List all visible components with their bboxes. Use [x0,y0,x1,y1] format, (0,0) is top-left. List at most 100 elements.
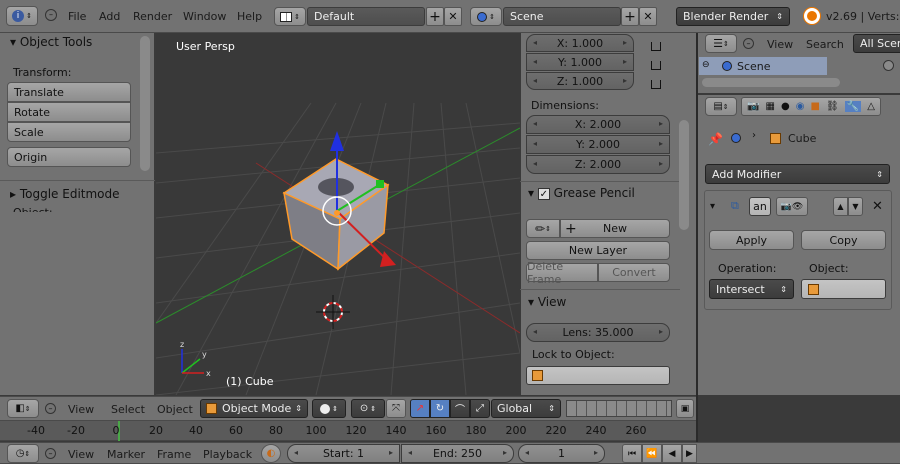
lens-field[interactable]: ◂ Lens: 35.000 ▸ [526,323,670,342]
origin-button[interactable]: Origin [7,147,131,167]
grease-pencil-checkbox[interactable]: ✓ [537,188,550,200]
menu-render[interactable]: Render [133,10,172,23]
preview-range-button[interactable]: ◐ [261,444,281,463]
jump-to-start-button[interactable]: ⏮ [622,444,642,463]
start-frame-field[interactable]: ◂ Start: 1 ▸ [287,444,400,463]
remove-modifier-icon[interactable]: ✕ [872,199,883,214]
new-layer-button[interactable]: New Layer [526,241,670,260]
location-y-field[interactable]: ◂ Y: 1.000 ▸ [526,53,634,71]
scene-type-button[interactable]: ⇕ [470,7,502,26]
collapse-modifier-icon[interactable]: ▾ [710,201,715,212]
transform-orientation-icon-button[interactable]: ⤢ [470,399,490,418]
modifier-visibility-buttons[interactable]: 📷 👁 [776,197,808,216]
rotate-manipulator-button[interactable]: ↻ [430,399,450,418]
transform-orientation-select[interactable]: Global ⇕ [491,399,561,418]
boolean-object-field[interactable] [801,279,886,299]
translate-button[interactable]: Translate [7,82,131,102]
collapse-menu-icon[interactable]: – [45,448,56,459]
outliner-search-menu[interactable]: Search [806,38,844,51]
move-modifier-down-button[interactable]: ▼ [848,197,863,216]
scene-tab-icon[interactable]: ● [781,101,790,112]
dimension-z-field[interactable]: ◂ Z: 2.000 ▸ [526,155,670,174]
move-modifier-up-button[interactable]: ▲ [833,197,848,216]
add-scene-button[interactable]: + [621,7,639,26]
outliner-editor-type-button[interactable]: ☰ ⇕ [705,34,737,53]
scale-button[interactable]: Scale [7,122,131,142]
lock-location-x-button[interactable] [645,34,667,52]
n-panel-scrollbar[interactable] [679,120,689,230]
object-menu[interactable]: Object [157,403,193,416]
timeline-playback-menu[interactable]: Playback [203,448,252,461]
3d-cursor[interactable] [316,295,350,329]
view-panel-header[interactable]: ▾ View [528,295,566,309]
menu-add[interactable]: Add [99,10,120,23]
menu-window[interactable]: Window [183,10,226,23]
tool-shelf-object-tools-header[interactable]: ▾ Object Tools [10,35,92,49]
translate-manipulator-button[interactable]: ↗ [410,399,430,418]
delete-frame-button[interactable]: Delete Frame [526,260,598,286]
select-menu[interactable]: Select [111,403,145,416]
collapse-menu-icon[interactable]: – [743,38,754,49]
copy-button[interactable]: Copy [801,230,886,250]
lock-location-y-button[interactable] [645,53,667,71]
modifiers-tab-icon[interactable]: 🔧 [844,101,862,112]
location-x-field[interactable]: ◂ X: 1.000 ▸ [526,34,634,52]
properties-editor-type-button[interactable]: ▤ ⇕ [705,97,737,116]
scene-layers-grid[interactable] [566,400,672,417]
apply-button[interactable]: Apply [709,230,794,250]
end-frame-field[interactable]: ◂ End: 250 ▸ [401,444,514,463]
screen-layout-field[interactable]: Default [307,7,425,26]
timeline-view-menu[interactable]: View [68,448,94,461]
location-z-field[interactable]: ◂ Z: 1.000 ▸ [526,72,634,90]
pin-icon[interactable]: 📌 [708,132,723,146]
play-button[interactable]: ▶ [682,444,697,463]
grease-pencil-new-button[interactable]: + New [560,219,670,238]
play-reverse-button[interactable]: ◀ [662,444,682,463]
timeline-marker-menu[interactable]: Marker [107,448,145,461]
grease-pencil-header[interactable]: ▾ ✓ Grease Pencil [528,186,635,200]
delete-layout-button[interactable]: ✕ [444,7,462,26]
viewport-shading-select[interactable]: ⇕ [312,399,346,418]
view-menu[interactable]: View [68,403,94,416]
jump-to-keyframe-back-button[interactable]: ⏪ [642,444,662,463]
lock-to-object-field[interactable] [526,366,670,385]
screen-layout-type-button[interactable]: ⇕ [274,7,306,26]
object-tab-icon[interactable]: ■ [811,101,820,112]
world-tab-icon[interactable]: ◉ [796,101,805,112]
visibility-toggle-icon[interactable] [883,60,894,71]
outliner-hscrollbar[interactable] [702,78,840,87]
dimension-y-field[interactable]: ◂ Y: 2.000 ▸ [526,135,670,154]
delete-scene-button[interactable]: ✕ [639,7,657,26]
operation-select[interactable]: Intersect ⇕ [709,279,794,299]
toggle-editmode-header[interactable]: ▸ Toggle Editmode [10,187,120,201]
constraints-tab-icon[interactable]: ⛓ [826,101,839,112]
outliner-view-menu[interactable]: View [767,38,793,51]
add-modifier-select[interactable]: Add Modifier ⇕ [705,164,890,184]
add-layout-button[interactable]: + [426,7,444,26]
menu-file[interactable]: File [68,10,86,23]
current-frame-field[interactable]: ◂ 1 ▸ [518,444,605,463]
render-tab-icon[interactable]: 📷 [747,101,759,112]
pivot-point-select[interactable]: ⊙ ⇕ [351,399,385,418]
data-tab-icon[interactable]: △ [867,101,875,112]
lock-location-z-button[interactable] [645,72,667,90]
rotate-button[interactable]: Rotate [7,102,131,122]
outliner-display-mode-select[interactable]: All Scen [853,34,900,53]
timeline-frame-menu[interactable]: Frame [157,448,191,461]
dimension-x-field[interactable]: ◂ X: 2.000 ▸ [526,115,670,134]
editor-divider[interactable] [696,33,698,442]
expand-icon[interactable]: ⊖ [702,60,710,70]
menu-help[interactable]: Help [237,10,262,23]
3d-view-editor-type-button[interactable]: ◧ ⇕ [7,399,39,418]
collapse-menu-icon[interactable]: – [45,9,57,21]
collapse-menu-icon[interactable]: – [45,403,56,414]
manipulator-toggle-button[interactable]: ⤧ [386,399,406,418]
editor-type-info-button[interactable]: i ⇕ [6,6,38,26]
tool-shelf-scrollbar[interactable] [140,36,150,171]
scale-manipulator-button[interactable]: ⌒ [450,399,470,418]
grease-pencil-type-button[interactable]: ✏ ⇕ [526,219,560,238]
convert-button[interactable]: Convert [598,263,670,282]
interaction-mode-select[interactable]: Object Mode ⇕ [200,399,308,418]
scene-field[interactable]: Scene [503,7,621,26]
render-preview-button[interactable]: ▣ [676,399,694,418]
